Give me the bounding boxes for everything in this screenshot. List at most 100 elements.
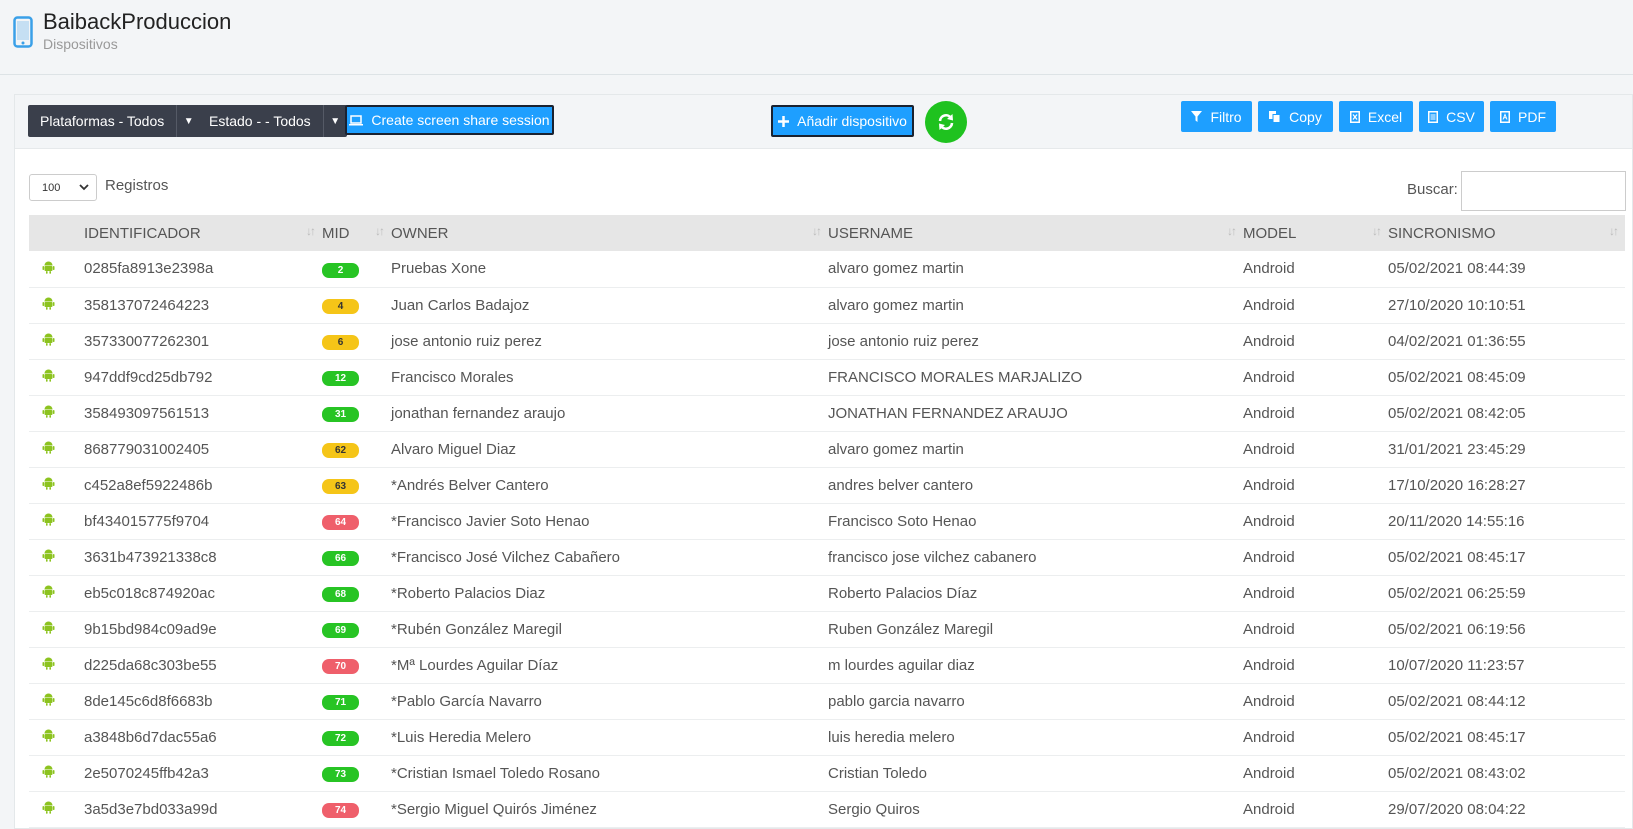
page-subtitle: Dispositivos	[43, 36, 118, 52]
pdf-file-icon	[1500, 110, 1510, 123]
column-header-icon	[29, 215, 84, 251]
column-header-owner[interactable]: OWNER ↓↑	[391, 215, 828, 251]
csv-button[interactable]: CSV	[1419, 101, 1484, 132]
cell-owner: *Francisco José Vilchez Cabañero	[391, 548, 621, 566]
cell-owner: jose antonio ruiz perez	[391, 332, 542, 350]
caret-down-icon[interactable]: ▼	[322, 105, 347, 137]
cell-username: Francisco Soto Henao	[828, 512, 977, 530]
column-header-model[interactable]: MODEL ↓↑	[1243, 215, 1388, 251]
android-icon	[42, 297, 55, 314]
cell-mid: 31	[322, 395, 391, 431]
screen-share-button[interactable]: Create screen share session	[345, 105, 554, 135]
cell-mid: 6	[322, 323, 391, 359]
sort-icon: ↓↑	[1372, 224, 1382, 238]
cell-mid: 72	[322, 719, 391, 755]
column-header-username[interactable]: USERNAME ↓↑	[828, 215, 1243, 251]
table-row[interactable]: 2e5070245ffb42a3 73 *Cristian Ismael Toled…	[29, 755, 1625, 791]
cell-mid: 69	[322, 611, 391, 647]
mid-badge: 4	[322, 299, 359, 314]
table-row[interactable]: eb5c018c874920ac 68 *Roberto Palacios Diaz…	[29, 575, 1625, 611]
filter-button[interactable]: Filtro	[1181, 101, 1252, 132]
state-filter-dropdown[interactable]: Estado - - Todos ▼	[197, 105, 347, 137]
table-row[interactable]: 868779031002405 62 Alvaro Miguel Diaz alvar…	[29, 431, 1625, 467]
cell-mid: 71	[322, 683, 391, 719]
search-label: Buscar:	[1407, 181, 1458, 198]
chevron-down-icon	[79, 184, 89, 191]
table-row[interactable]: 9b15bd984c09ad9e 69 *Rubén González Maregi…	[29, 611, 1625, 647]
table-row[interactable]: 947ddf9cd25db792 12 Francisco Morales FRANC…	[29, 359, 1625, 395]
cell-model: Android	[1243, 692, 1295, 710]
search-input[interactable]	[1461, 171, 1626, 211]
cell-mid: 63	[322, 467, 391, 503]
table-body: 0285fa8913e2398a 2 Pruebas Xone alvaro gome…	[29, 251, 1625, 827]
table-row[interactable]: 358493097561513 31 jonathan fernandez arau…	[29, 395, 1625, 431]
platform-filter-dropdown[interactable]: Plataformas - Todos ▼	[28, 105, 201, 137]
table-row[interactable]: 358137072464223 4 Juan Carlos Badajoz alvar…	[29, 287, 1625, 323]
cell-sincronismo: 17/10/2020 16:28:27	[1388, 476, 1526, 494]
page-length-select[interactable]: 100	[29, 174, 97, 201]
android-icon	[42, 765, 55, 782]
refresh-button[interactable]	[925, 101, 967, 143]
android-icon	[42, 261, 55, 278]
toolbar: Plataformas - Todos ▼ Estado - - Todos ▼…	[15, 95, 1632, 149]
mid-badge: 12	[322, 371, 359, 386]
excel-button[interactable]: Excel	[1339, 101, 1413, 132]
table-row[interactable]: d225da68c303be55 70 *Mª Lourdes Aguilar Dí…	[29, 647, 1625, 683]
cell-sincronismo: 05/02/2021 08:45:17	[1388, 728, 1526, 746]
cell-identificador: eb5c018c874920ac	[84, 584, 215, 602]
cell-username: alvaro gomez martin	[828, 296, 964, 314]
cell-sincronismo: 04/02/2021 01:36:55	[1388, 332, 1526, 350]
table-row[interactable]: 357330077262301 6 jose antonio ruiz perez j…	[29, 323, 1625, 359]
cell-model: Android	[1243, 260, 1295, 278]
cell-model: Android	[1243, 656, 1295, 674]
cell-model: Android	[1243, 800, 1295, 818]
android-icon	[42, 729, 55, 746]
cell-model: Android	[1243, 332, 1295, 350]
sort-icon: ↓↑	[375, 224, 385, 238]
column-header-identificador[interactable]: IDENTIFICADOR ↓↑	[84, 215, 322, 251]
cell-owner: Alvaro Miguel Diaz	[391, 440, 517, 458]
column-header-mid[interactable]: MID ↓↑	[322, 215, 391, 251]
mid-badge: 70	[322, 659, 359, 674]
page-length-label: Registros	[105, 177, 169, 194]
cell-mid: 73	[322, 755, 391, 791]
pdf-button[interactable]: PDF	[1490, 101, 1556, 132]
table-row[interactable]: a3848b6d7dac55a6 72 *Luis Heredia Melero lu…	[29, 719, 1625, 755]
cell-owner: *Pablo García Navarro	[391, 692, 542, 710]
table-row[interactable]: c452a8ef5922486b 63 *Andrés Belver Cantero…	[29, 467, 1625, 503]
cell-username: luis heredia melero	[828, 728, 955, 746]
cell-identificador: 3a5d3e7bd033a99d	[84, 800, 218, 818]
cell-owner: *Cristian Ismael Toledo Rosano	[391, 764, 600, 782]
table-row[interactable]: bf434015775f9704 64 *Francisco Javier Soto…	[29, 503, 1625, 539]
table-row[interactable]: 8de145c6d8f6683b 71 *Pablo García Navarro p…	[29, 683, 1625, 719]
cell-mid: 2	[322, 251, 391, 287]
android-icon	[42, 405, 55, 422]
cell-owner: *Andrés Belver Cantero	[391, 476, 549, 494]
cell-username: FRANCISCO MORALES MARJALIZO	[828, 368, 1083, 386]
file-text-icon	[1428, 110, 1439, 123]
table-row[interactable]: 0285fa8913e2398a 2 Pruebas Xone alvaro gome…	[29, 251, 1625, 287]
cell-owner: *Mª Lourdes Aguilar Díaz	[391, 656, 559, 674]
android-icon	[42, 477, 55, 494]
sort-icon: ↓↑	[1227, 224, 1237, 238]
column-header-sincronismo[interactable]: SINCRONISMO ↓↑	[1388, 215, 1625, 251]
table-row[interactable]: 3631b473921338c8 66 *Francisco José Vilche…	[29, 539, 1625, 575]
mid-badge: 69	[322, 623, 359, 638]
cell-owner: *Francisco Javier Soto Henao	[391, 512, 590, 530]
cell-sincronismo: 05/02/2021 06:25:59	[1388, 584, 1526, 602]
table-row[interactable]: 3a5d3e7bd033a99d 74 *Sergio Miguel Quirós …	[29, 791, 1625, 827]
cell-identificador: 357330077262301	[84, 332, 210, 350]
add-device-button[interactable]: Añadir dispositivo	[771, 105, 914, 137]
cell-sincronismo: 05/02/2021 08:44:12	[1388, 692, 1526, 710]
cell-username: andres belver cantero	[828, 476, 974, 494]
cell-identificador: 868779031002405	[84, 440, 210, 458]
cell-identificador: 358493097561513	[84, 404, 210, 422]
cell-identificador: 2e5070245ffb42a3	[84, 764, 209, 782]
cell-username: m lourdes aguilar diaz	[828, 656, 975, 674]
cell-identificador: 9b15bd984c09ad9e	[84, 620, 217, 638]
android-icon	[42, 657, 55, 674]
android-icon	[42, 333, 55, 350]
copy-button[interactable]: Copy	[1258, 101, 1333, 132]
sort-icon: ↓↑	[306, 224, 316, 238]
cell-model: Android	[1243, 620, 1295, 638]
